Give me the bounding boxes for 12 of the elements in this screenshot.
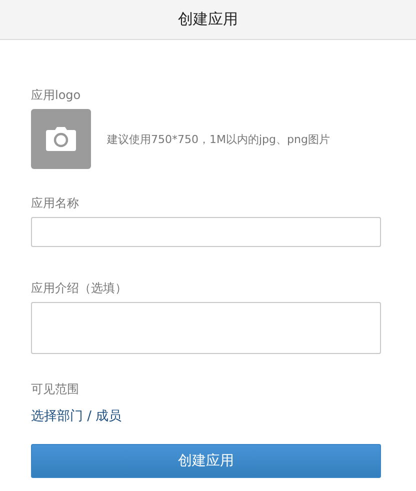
camera-icon <box>46 127 76 151</box>
input-field[interactable] <box>31 217 381 247</box>
field-label: 应用名称 <box>31 195 79 211</box>
field-label: 应用logo <box>31 87 81 103</box>
page-title: 创建应用 <box>178 10 238 29</box>
field-label: 应用介绍（选填） <box>31 280 127 296</box>
create-button[interactable]: 创建应用 <box>31 444 381 478</box>
field-label: 可见范围 <box>31 381 79 397</box>
logo-upload-button[interactable] <box>31 109 91 169</box>
logo-hint: 建议使用750*750，1M以内的jpg、png图片 <box>107 132 330 146</box>
select-members-link[interactable]: 选择部门 / 成员 <box>31 409 122 424</box>
textarea-field[interactable] <box>31 302 381 354</box>
